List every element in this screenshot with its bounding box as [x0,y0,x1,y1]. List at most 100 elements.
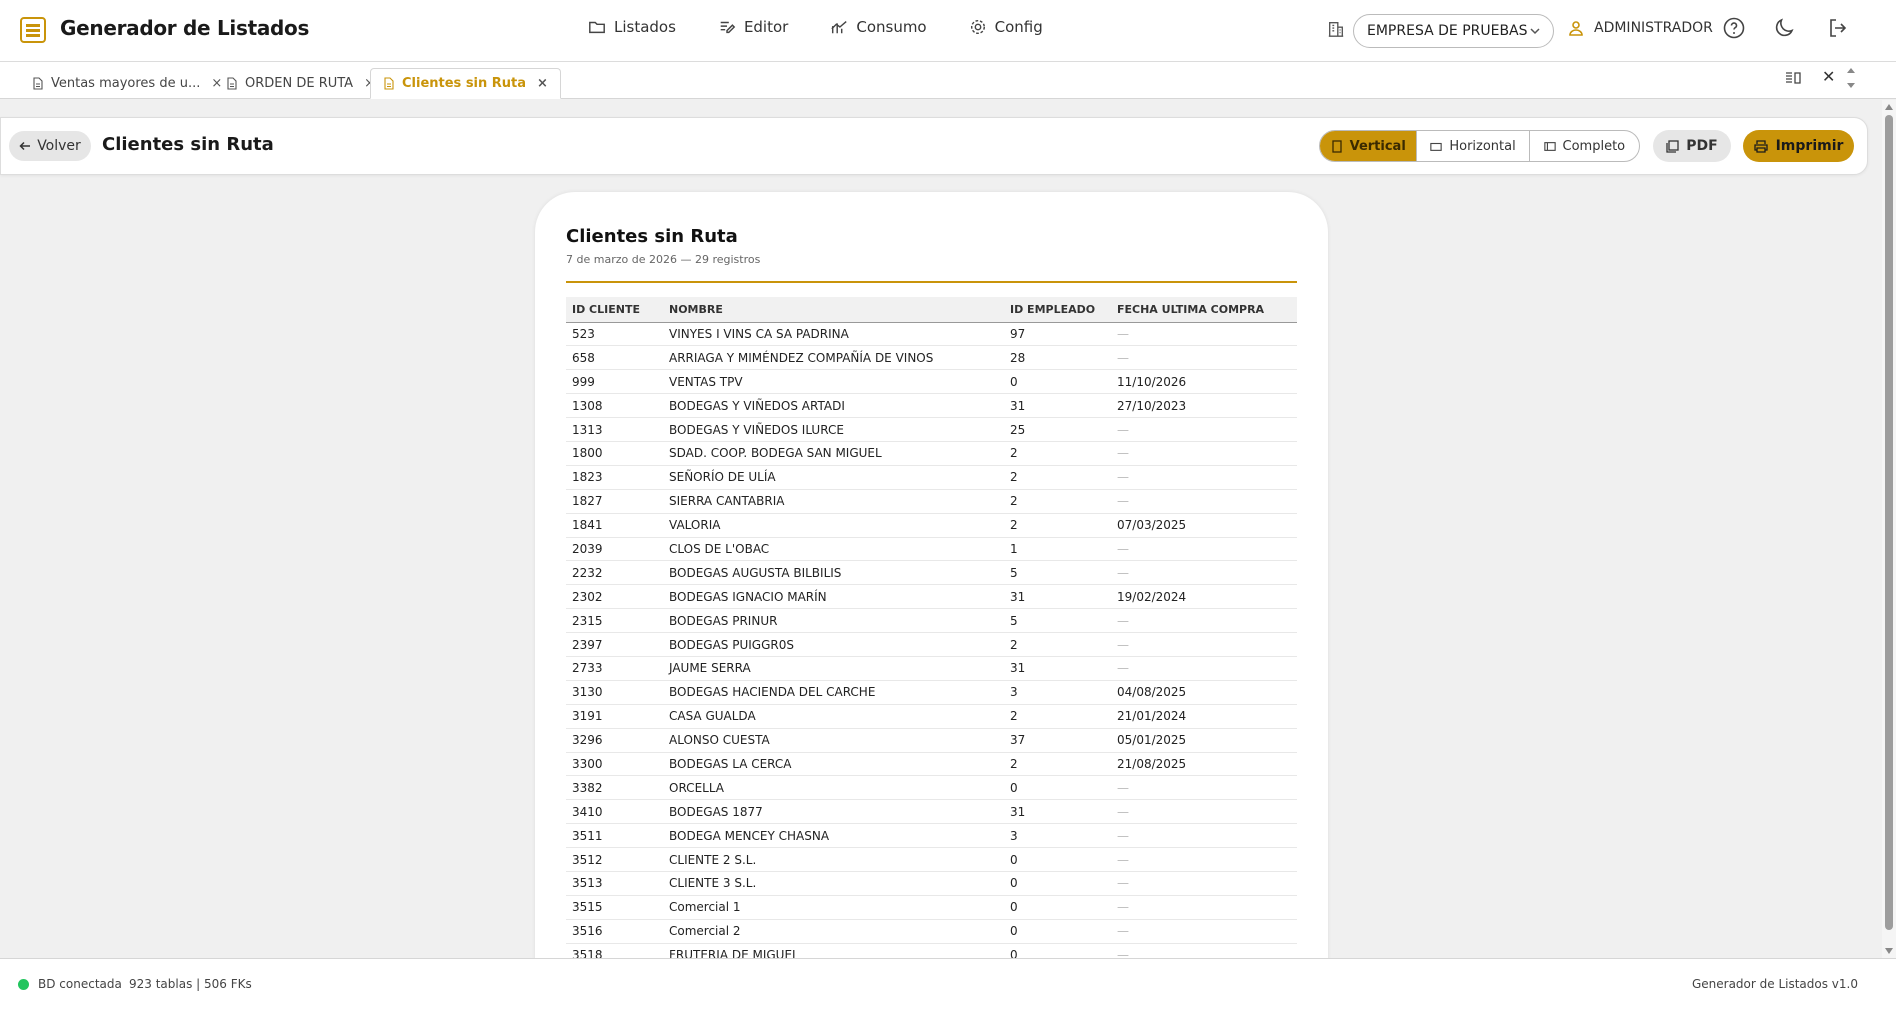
print-button[interactable]: Imprimir [1743,130,1854,162]
table-row: 3130 BODEGAS HACIENDA DEL CARCHE 3 04/08/20… [566,680,1297,705]
user-name: ADMINISTRADOR [1594,20,1713,36]
table-cell: — [1111,656,1297,681]
table-cell: — [1111,537,1297,562]
table-cell: 2397 [566,632,663,657]
table-cell: 3300 [566,752,663,777]
document-divider [566,281,1297,283]
scroll-up-icon[interactable] [1885,104,1893,110]
landscape-page-icon [1430,142,1443,151]
scroll-down-icon[interactable] [1885,948,1893,954]
table-row: 3300 BODEGAS LA CERCA 2 21/08/2025 [566,752,1297,777]
table-cell: BODEGAS HACIENDA DEL CARCHE [663,680,1004,705]
table-cell: 31 [1004,393,1111,419]
table-cell: 97 [1004,322,1111,347]
scroll-arrows-icon[interactable] [1845,66,1857,90]
table-row: 1827 SIERRA CANTABRIA 2— [566,489,1297,514]
table-cell: 25 [1004,417,1111,442]
table-header-row: ID CLIENTE NOMBRE ID EMPLEADO FECHA ULTI… [566,297,1297,323]
table-cell: — [1111,322,1297,347]
table-row: 1308 BODEGAS Y VIÑEDOS ARTADI 31 27/10/2023 [566,393,1297,419]
table-row: 2397 BODEGAS PUIGGR0S 2— [566,632,1297,657]
table-cell: CLOS DE L'OBAC [663,537,1004,562]
table-cell: Comercial 1 [663,895,1004,920]
building-icon [1328,22,1344,37]
table-cell: 5 [1004,560,1111,586]
help-icon[interactable] [1722,16,1746,40]
nav-config[interactable]: Config [969,18,1043,36]
table-cell: BODEGAS PUIGGR0S [663,632,1004,657]
moon-icon[interactable] [1772,16,1796,40]
logout-icon[interactable] [1826,16,1850,40]
table-row: 3410 BODEGAS 1877 31— [566,799,1297,825]
connection-status-dot [18,979,29,990]
view-vertical-button[interactable]: Vertical [1320,131,1418,161]
view-horizontal-button[interactable]: Horizontal [1417,131,1530,161]
table-cell: 3512 [566,847,663,872]
close-icon[interactable]: × [537,76,548,91]
table-cell: VENTAS TPV [663,369,1004,395]
table-cell: — [1111,345,1297,371]
table-cell: 3515 [566,895,663,920]
table-cell: 3511 [566,823,663,849]
tab-orden-de-ruta[interactable]: ORDEN DE RUTA × [214,68,387,99]
table-row: 2733 JAUME SERRA 31— [566,656,1297,681]
table-cell: VALORIA [663,513,1004,538]
tab-clientes-sin-ruta[interactable]: Clientes sin Ruta × [370,68,561,99]
table-cell: 04/08/2025 [1111,680,1297,705]
table-cell: 5 [1004,608,1111,634]
table-cell: 3382 [566,775,663,801]
nav-listados[interactable]: Listados [588,18,676,36]
page-scrollbar[interactable] [1882,100,1896,958]
nav-consumo[interactable]: Consumo [830,18,927,36]
back-button[interactable]: Volver [9,131,91,161]
user-menu[interactable]: ADMINISTRADOR [1568,20,1713,36]
table-cell: ARRIAGA Y MIMÉNDEZ COMPAÑÍA DE VINOS [663,345,1004,371]
table-cell: 1827 [566,489,663,514]
table-row: 523 VINYES I VINS CA SA PADRINA 97— [566,322,1297,347]
nav-editor-label: Editor [743,18,789,36]
table-cell: — [1111,823,1297,849]
portrait-page-icon [1331,139,1342,153]
tab-bar: Ventas mayores de u... × ORDEN DE RUTA ×… [0,62,1896,99]
table-cell: 2733 [566,656,663,681]
tab-ventas[interactable]: Ventas mayores de u... × [20,68,234,99]
table-cell: 3513 [566,871,663,896]
table-cell: 0 [1004,919,1111,944]
table-cell: 1308 [566,393,663,419]
nav-editor[interactable]: Editor [718,18,788,36]
table-row: 3513 CLIENTE 3 S.L. 0— [566,871,1297,896]
table-cell: 1823 [566,465,663,490]
column-header: NOMBRE [663,297,1004,323]
table-cell: BODEGAS IGNACIO MARÍN [663,584,1004,610]
pdf-button[interactable]: PDF [1653,130,1731,162]
table-cell: — [1111,608,1297,634]
table-cell: 2 [1004,632,1111,657]
split-view-icon[interactable] [1785,71,1801,85]
close-all-icon[interactable]: ✕ [1822,67,1835,86]
table-cell: 2 [1004,441,1111,466]
table-cell: 3191 [566,704,663,729]
table-row: 1313 BODEGAS Y VIÑEDOS ILURCE 25— [566,417,1297,442]
company-select[interactable]: EMPRESA DE PRUEBAS [1353,14,1554,48]
table-row: 2232 BODEGAS AUGUSTA BILBILIS 5— [566,560,1297,586]
view-completo-button[interactable]: Completo [1530,131,1639,161]
table-row: 1823 SEÑORÍO DE ULÍA 2— [566,465,1297,490]
top-bar: Generador de Listados Listados Editor Co… [0,0,1896,62]
tab-label: Clientes sin Ruta [402,76,527,91]
table-cell: 31 [1004,656,1111,681]
print-button-label: Imprimir [1775,138,1844,154]
table-cell: 2 [1004,704,1111,729]
table-row: 1841 VALORIA 2 07/03/2025 [566,513,1297,538]
scrollbar-thumb[interactable] [1885,115,1893,930]
main-nav: Listados Editor Consumo Config [588,18,1043,36]
table-cell: 1800 [566,441,663,466]
nav-consumo-label: Consumo [856,18,927,36]
tab-label: ORDEN DE RUTA [245,76,354,91]
table-cell: BODEGAS LA CERCA [663,752,1004,777]
nav-listados-label: Listados [614,18,676,36]
table-cell: 523 [566,322,663,347]
table-cell: 2232 [566,560,663,586]
view-completo-label: Completo [1562,138,1626,154]
table-row: 3382 ORCELLA 0— [566,775,1297,801]
table-cell: 27/10/2023 [1111,393,1297,419]
